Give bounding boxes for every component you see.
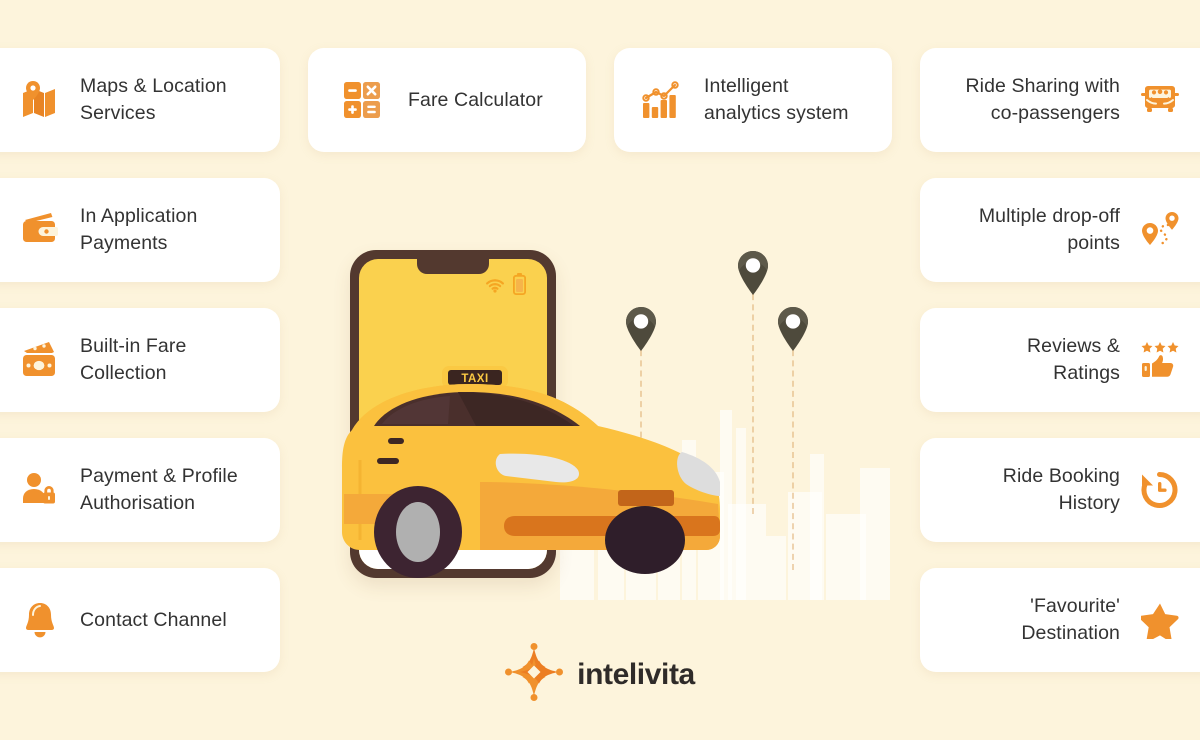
calculator-icon	[342, 80, 382, 120]
feature-card-in-app-payments[interactable]: In Application Payments	[0, 178, 280, 282]
taxi-wheel-rear	[605, 506, 685, 574]
location-pin-icon	[778, 307, 808, 351]
pin-dashed-line	[752, 284, 754, 514]
feature-card-analytics[interactable]: Intelligent analytics system	[614, 48, 892, 152]
history-clock-icon	[1140, 470, 1180, 510]
feature-card-reviews-ratings[interactable]: Reviews & Ratings	[920, 308, 1200, 412]
feature-card-label: Maps & Location Services	[80, 75, 227, 124]
feature-card-label: Ride Booking History	[1002, 465, 1120, 514]
svg-text:TAXI: TAXI	[461, 373, 488, 385]
feature-card-ride-sharing[interactable]: Ride Sharing with co-passengers	[920, 48, 1200, 152]
thumbs-up-stars-icon	[1140, 340, 1180, 380]
brand-logo: intelivita	[0, 643, 1200, 706]
taxi-app-illustration: TAXI	[330, 238, 750, 608]
shared-van-icon	[1140, 80, 1180, 120]
bell-icon	[20, 600, 60, 640]
feature-card-label: Ride Sharing with co-passengers	[965, 75, 1120, 124]
wallet-icon	[20, 210, 60, 250]
infographic-canvas: TAXI Maps & Location Services In Applica…	[0, 0, 1200, 740]
feature-card-label: 'Favourite' Destination	[1021, 595, 1120, 644]
phone-notch	[417, 259, 489, 274]
user-lock-icon	[20, 470, 60, 510]
feature-card-label: Payment & Profile Authorisation	[80, 465, 238, 514]
battery-icon	[513, 273, 526, 295]
rating-stars	[1141, 342, 1179, 353]
feature-card-label: Contact Channel	[80, 608, 227, 631]
analytics-chart-icon	[642, 80, 682, 120]
banknotes-icon	[20, 340, 60, 380]
taxi-wheel-front	[374, 486, 462, 578]
star-icon	[1140, 600, 1180, 640]
brand-logo-text: intelivita	[577, 657, 695, 691]
map-location-icon	[20, 80, 60, 120]
feature-card-label: In Application Payments	[80, 205, 198, 254]
feature-card-fare-calculator[interactable]: Fare Calculator	[308, 48, 586, 152]
feature-card-multiple-dropoff[interactable]: Multiple drop-off points	[920, 178, 1200, 282]
feature-card-booking-history[interactable]: Ride Booking History	[920, 438, 1200, 542]
feature-card-label: Built-in Fare Collection	[80, 335, 187, 384]
feature-card-label: Multiple drop-off points	[978, 205, 1120, 254]
route-pins-icon	[1140, 210, 1180, 250]
feature-card-maps-location[interactable]: Maps & Location Services	[0, 48, 280, 152]
feature-card-payment-profile-auth[interactable]: Payment & Profile Authorisation	[0, 438, 280, 542]
wifi-icon	[486, 279, 504, 293]
taxi-car-illustration: TAXI	[342, 366, 720, 578]
feature-card-label: Intelligent analytics system	[704, 75, 849, 124]
pin-dashed-line	[792, 340, 794, 570]
intelivita-starburst-icon	[505, 643, 564, 706]
feature-card-label: Fare Calculator	[408, 88, 543, 111]
feature-card-label: Reviews & Ratings	[1026, 335, 1120, 384]
feature-card-fare-collection[interactable]: Built-in Fare Collection	[0, 308, 280, 412]
